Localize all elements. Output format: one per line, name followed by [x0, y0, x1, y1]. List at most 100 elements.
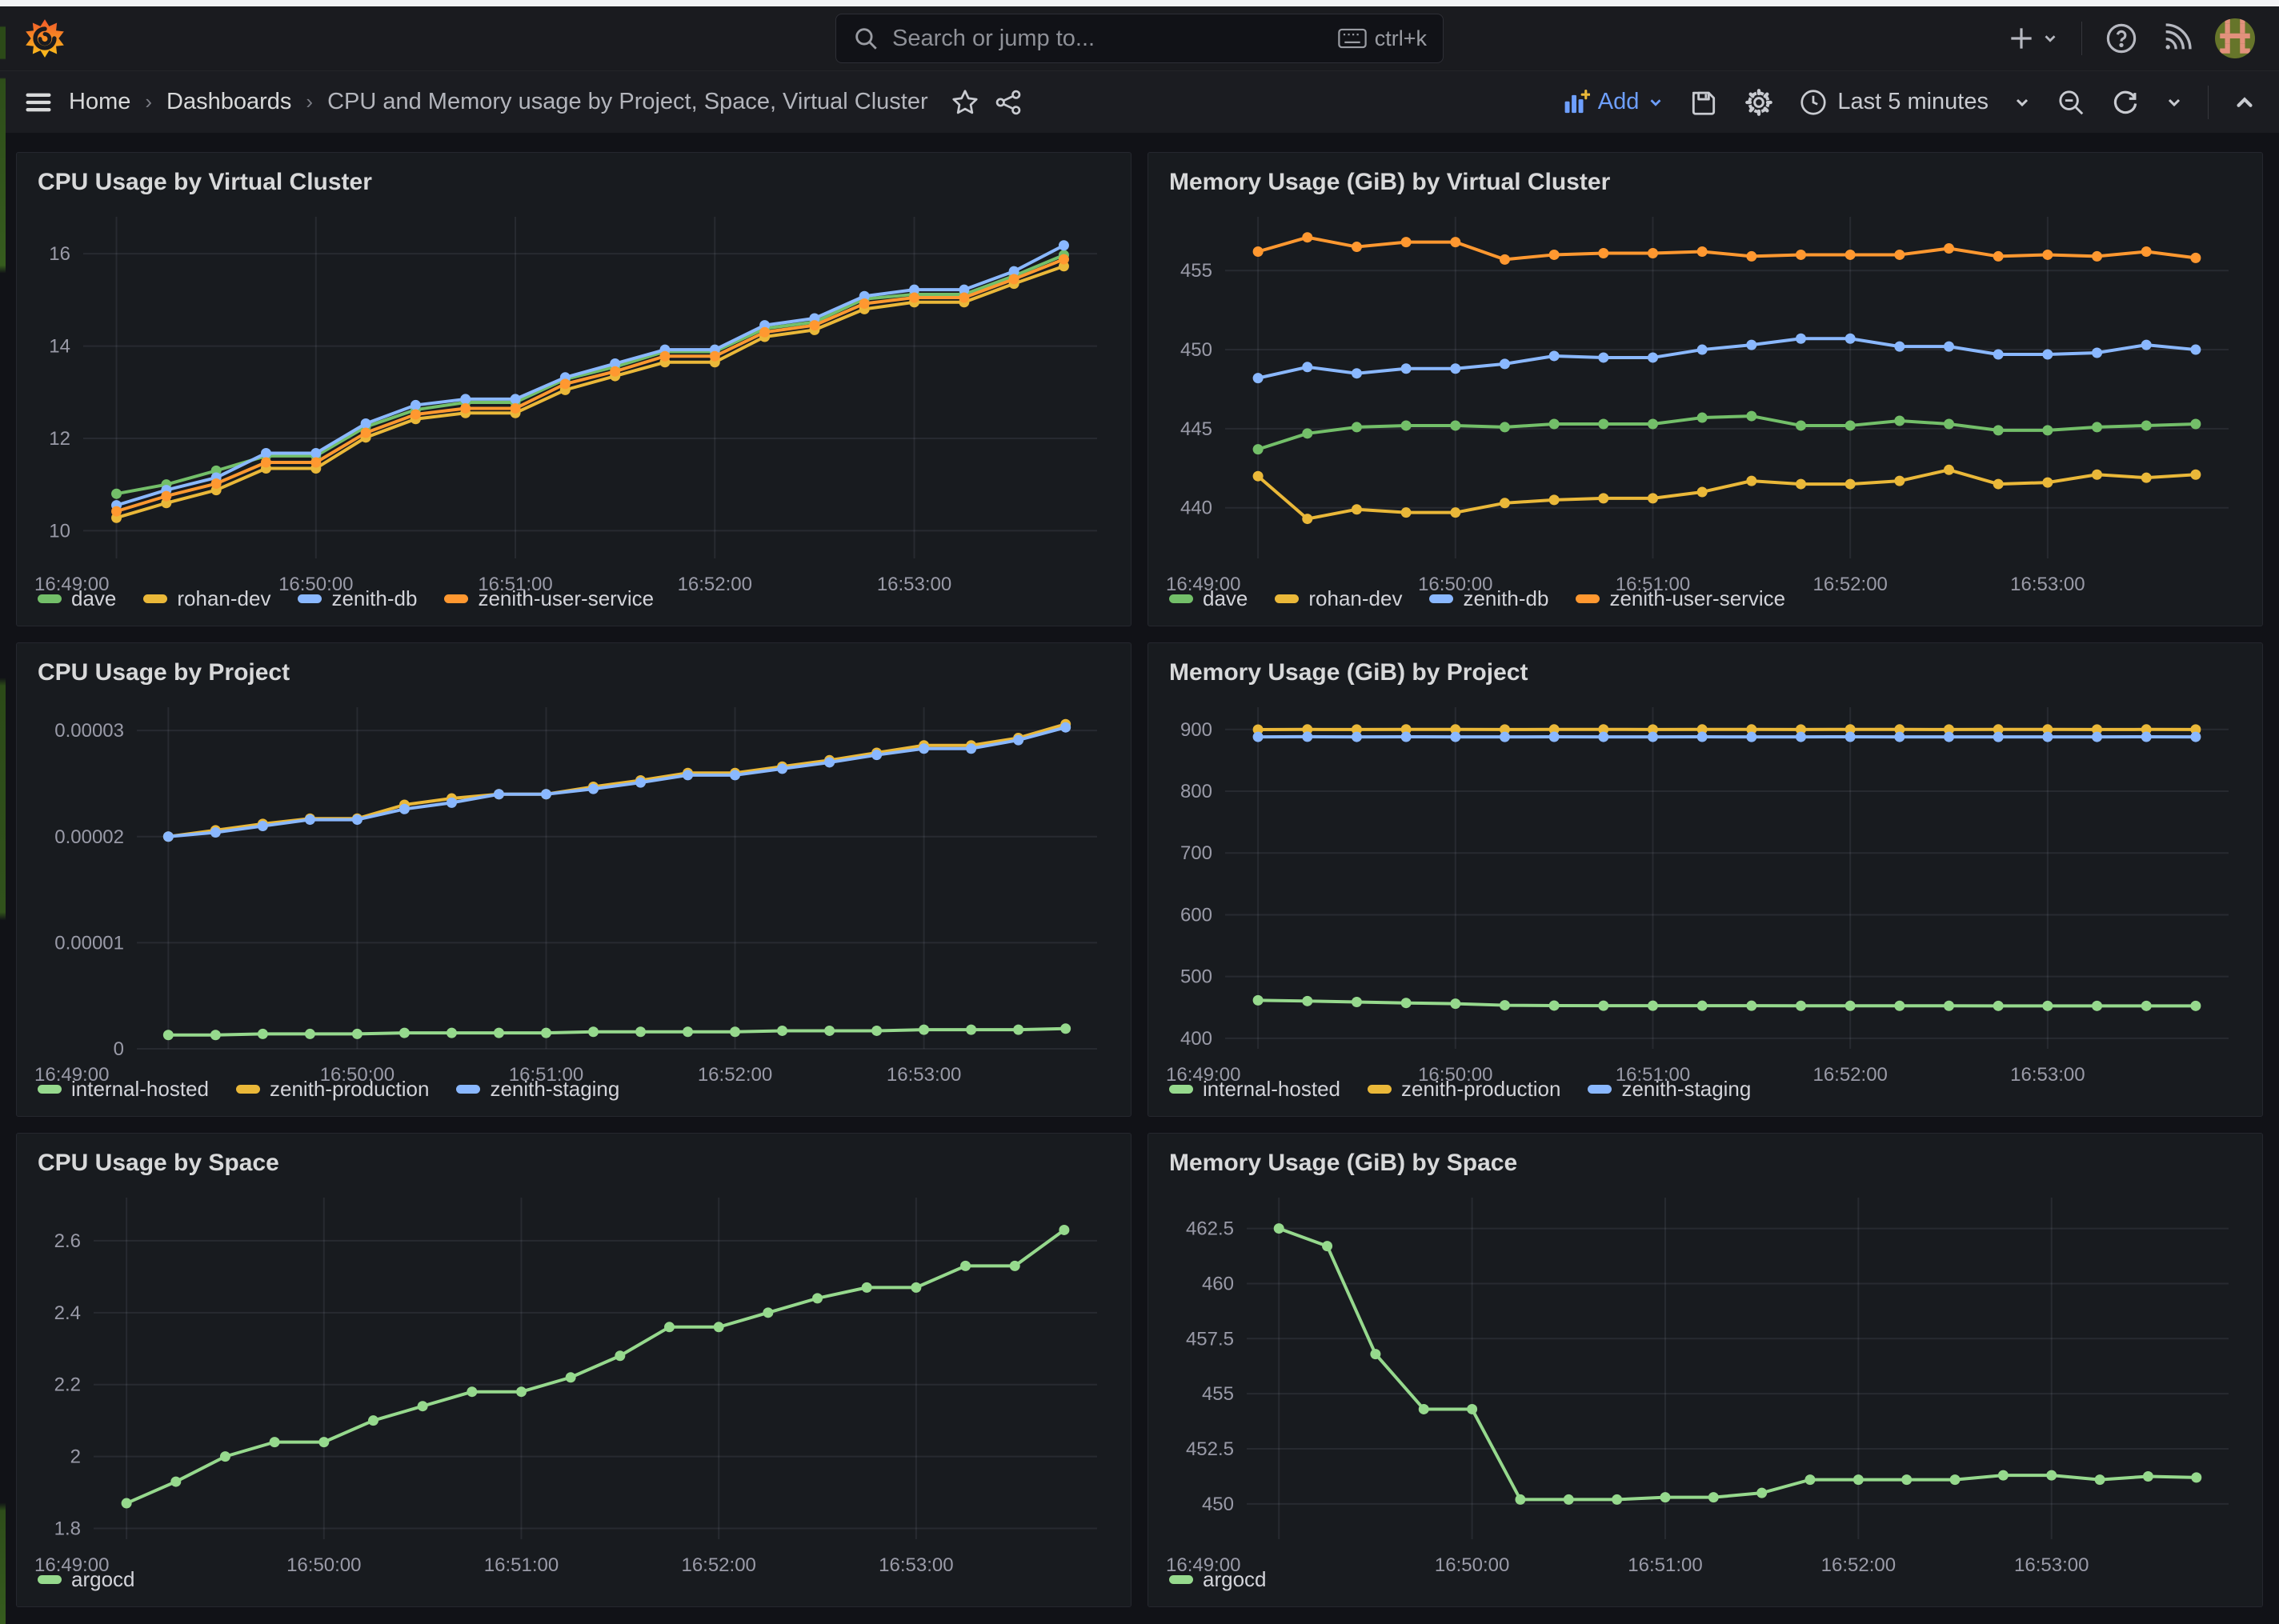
- time-series-chart[interactable]: 450452.5455457.5460462.516:49:0016:50:00…: [1164, 1185, 2246, 1561]
- legend-label: internal-hosted: [1203, 1077, 1340, 1102]
- legend-item-argocd[interactable]: argocd: [38, 1567, 135, 1592]
- legend-item-zenith-production[interactable]: zenith-production: [236, 1077, 429, 1102]
- legend-label: zenith-db: [1463, 586, 1548, 611]
- svg-text:14: 14: [49, 336, 70, 358]
- legend-item-internal-hosted[interactable]: internal-hosted: [38, 1077, 209, 1102]
- series-dave: [1253, 411, 2201, 455]
- legend-label: zenith-user-service: [1609, 586, 1785, 611]
- breadcrumb: Home › Dashboards › CPU and Memory usage…: [22, 86, 1023, 118]
- legend-item-zenith-db[interactable]: zenith-db: [1429, 586, 1548, 611]
- series-color-chip: [1169, 1575, 1193, 1584]
- legend-item-zenith-user-service[interactable]: zenith-user-service: [444, 586, 654, 611]
- news-button[interactable]: [2161, 22, 2193, 54]
- legend-label: internal-hosted: [71, 1077, 209, 1102]
- legend-item-internal-hosted[interactable]: internal-hosted: [1169, 1077, 1340, 1102]
- legend-label: argocd: [1203, 1567, 1267, 1592]
- legend-item-zenith-production[interactable]: zenith-production: [1368, 1077, 1560, 1102]
- panel-cpu-by-virtual-cluster: CPU Usage by Virtual Cluster 1012141616:…: [16, 152, 1131, 626]
- svg-text:1.8: 1.8: [54, 1518, 81, 1540]
- legend-item-rohan-dev[interactable]: rohan-dev: [143, 586, 270, 611]
- series-zenith-db: [111, 240, 1069, 510]
- svg-text:440: 440: [1180, 498, 1212, 519]
- time-range-picker[interactable]: Last 5 minutes: [1799, 88, 1989, 117]
- series-color-chip: [38, 1085, 62, 1094]
- breadcrumb-dashboards[interactable]: Dashboards: [166, 89, 291, 115]
- svg-text:2.4: 2.4: [54, 1302, 81, 1324]
- svg-text:2.6: 2.6: [54, 1230, 81, 1252]
- legend-item-dave[interactable]: dave: [1169, 586, 1248, 611]
- clock-icon: [1799, 88, 1828, 117]
- series-color-chip: [298, 594, 322, 603]
- time-series-chart[interactable]: 1.822.22.42.616:49:0016:50:0016:51:0016:…: [33, 1185, 1115, 1561]
- breadcrumb-home[interactable]: Home: [69, 89, 130, 115]
- time-series-chart[interactable]: 40050060070080090016:49:0016:50:0016:51:…: [1164, 694, 2246, 1070]
- top-nav-bar: ctrl+k: [0, 6, 2279, 70]
- svg-text:445: 445: [1180, 418, 1212, 440]
- legend-label: dave: [71, 586, 116, 611]
- time-series-chart[interactable]: 1012141616:49:0016:50:0016:51:0016:52:00…: [33, 204, 1115, 580]
- chart-canvas[interactable]: 40050060070080090016:49:0016:50:0016:51:…: [1164, 694, 2246, 1095]
- svg-text:450: 450: [1180, 339, 1212, 361]
- panel-title[interactable]: Memory Usage (GiB) by Space: [1164, 1143, 2246, 1185]
- chevron-down-icon[interactable]: [2013, 93, 2032, 112]
- help-button[interactable]: [2105, 22, 2138, 55]
- svg-text:16: 16: [49, 243, 70, 265]
- search-input[interactable]: [892, 26, 1325, 52]
- legend-item-zenith-user-service[interactable]: zenith-user-service: [1576, 586, 1785, 611]
- legend: dave rohan-dev zenith-db zenith-user-servic…: [1164, 580, 2246, 619]
- svg-text:462.5: 462.5: [1186, 1218, 1234, 1240]
- legend-item-argocd[interactable]: argocd: [1169, 1567, 1267, 1592]
- series-internal-hosted: [1253, 995, 2201, 1011]
- legend-item-zenith-staging[interactable]: zenith-staging: [456, 1077, 619, 1102]
- svg-text:2.2: 2.2: [54, 1374, 81, 1396]
- chart-canvas[interactable]: 1012141616:49:0016:50:0016:51:0016:52:00…: [33, 204, 1115, 605]
- save-icon[interactable]: [1688, 87, 1719, 118]
- svg-text:2: 2: [70, 1446, 81, 1468]
- panel-title[interactable]: CPU Usage by Project: [33, 653, 1115, 694]
- legend-label: dave: [1203, 586, 1248, 611]
- menu-icon[interactable]: [22, 86, 54, 118]
- svg-text:0.00001: 0.00001: [54, 932, 124, 954]
- collapse-up-icon[interactable]: [2233, 90, 2257, 114]
- series-dave: [111, 250, 1069, 498]
- new-menu-button[interactable]: [2006, 23, 2059, 54]
- svg-text:455: 455: [1202, 1383, 1234, 1405]
- panel-title[interactable]: CPU Usage by Space: [33, 1143, 1115, 1185]
- svg-text:460: 460: [1202, 1273, 1234, 1294]
- time-series-chart[interactable]: 44044545045516:49:0016:50:0016:51:0016:5…: [1164, 204, 2246, 580]
- add-panel-button[interactable]: Add: [1563, 89, 1665, 116]
- chevron-down-icon: [2041, 30, 2059, 47]
- zoom-out-icon[interactable]: [2056, 87, 2086, 118]
- share-icon[interactable]: [994, 88, 1023, 117]
- star-icon[interactable]: [951, 88, 979, 117]
- series-color-chip: [444, 594, 468, 603]
- desktop-edge: [0, 6, 6, 1624]
- panel-memory-by-project: Memory Usage (GiB) by Project 4005006007…: [1148, 642, 2263, 1117]
- legend-label: zenith-staging: [490, 1077, 619, 1102]
- legend-item-rohan-dev[interactable]: rohan-dev: [1275, 586, 1402, 611]
- refresh-icon[interactable]: [2110, 87, 2141, 118]
- legend: dave rohan-dev zenith-db zenith-user-servic…: [33, 580, 1115, 619]
- legend-label: zenith-user-service: [478, 586, 654, 611]
- chart-canvas[interactable]: 1.822.22.42.616:49:0016:50:0016:51:0016:…: [33, 1185, 1115, 1586]
- settings-gear-icon[interactable]: [1743, 86, 1775, 118]
- legend-label: rohan-dev: [1308, 586, 1402, 611]
- legend-item-dave[interactable]: dave: [38, 586, 116, 611]
- time-series-chart[interactable]: 00.000010.000020.0000316:49:0016:50:0016…: [33, 694, 1115, 1070]
- series-color-chip: [143, 594, 167, 603]
- panel-title[interactable]: Memory Usage (GiB) by Virtual Cluster: [1164, 162, 2246, 204]
- legend-item-zenith-db[interactable]: zenith-db: [298, 586, 417, 611]
- global-search[interactable]: ctrl+k: [835, 14, 1444, 63]
- chart-canvas[interactable]: 450452.5455457.5460462.516:49:0016:50:00…: [1164, 1185, 2246, 1586]
- legend-item-zenith-staging[interactable]: zenith-staging: [1588, 1077, 1751, 1102]
- avatar[interactable]: [2215, 18, 2255, 58]
- chevron-down-icon[interactable]: [2165, 93, 2184, 112]
- panel-title[interactable]: CPU Usage by Virtual Cluster: [33, 162, 1115, 204]
- svg-text:500: 500: [1180, 966, 1212, 988]
- chart-canvas[interactable]: 00.000010.000020.0000316:49:0016:50:0016…: [33, 694, 1115, 1095]
- panel-title[interactable]: Memory Usage (GiB) by Project: [1164, 653, 2246, 694]
- chart-axes: 40050060070080090016:49:0016:50:0016:51:…: [1166, 707, 2229, 1086]
- svg-text:700: 700: [1180, 842, 1212, 864]
- chart-canvas[interactable]: 44044545045516:49:0016:50:0016:51:0016:5…: [1164, 204, 2246, 605]
- grafana-logo-icon[interactable]: [24, 18, 66, 59]
